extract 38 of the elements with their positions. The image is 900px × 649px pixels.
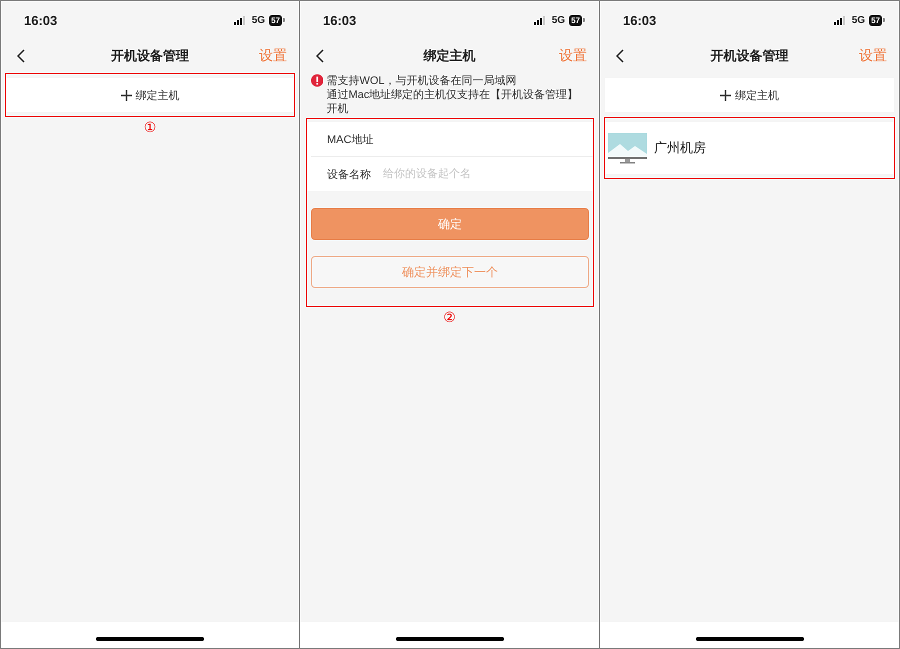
page-title: 开机设备管理 <box>710 47 790 65</box>
bind-host-button[interactable]: 绑定主机 <box>605 78 894 112</box>
page-title: 开机设备管理 <box>110 47 190 65</box>
signal-icon <box>234 16 248 24</box>
network-label: 5G <box>552 14 566 26</box>
callout-number: ② <box>443 309 456 326</box>
battery-icon: 57 <box>569 14 585 26</box>
battery-icon: 57 <box>869 14 885 26</box>
notice-text: 需支持WOL，与开机设备在同一局域网 <box>326 74 518 88</box>
confirm-button[interactable]: 确定 <box>311 208 589 240</box>
network-label: 5G <box>852 14 866 26</box>
plus-icon <box>720 90 731 100</box>
field-label: 设备名称 <box>326 168 371 182</box>
settings-link[interactable]: 设置 <box>259 47 287 65</box>
page-title: 绑定主机 <box>422 47 476 65</box>
field-label: MAC地址 <box>326 132 374 146</box>
device-item[interactable]: 广州机房 <box>605 122 894 174</box>
back-icon[interactable] <box>17 49 25 63</box>
bind-host-button[interactable]: 绑定主机 <box>6 78 294 112</box>
back-icon[interactable] <box>616 49 624 63</box>
back-icon[interactable] <box>316 49 324 63</box>
status-time: 16:03 <box>24 12 58 28</box>
callout-number: ① <box>144 119 156 136</box>
settings-link[interactable]: 设置 <box>859 47 887 65</box>
confirm-next-button[interactable]: 确定并绑定下一个 <box>311 256 589 288</box>
status-time: 16:03 <box>623 12 658 28</box>
input-field[interactable]: 给你的设备起个名 <box>381 167 593 181</box>
settings-link[interactable]: 设置 <box>559 47 587 65</box>
monitor-icon <box>608 132 648 164</box>
battery-icon: 57 <box>269 14 285 26</box>
notice-text: 通过Mac地址绑定的主机仅支持在【开机设备管理】开机 <box>326 88 580 116</box>
status-time: 16:03 <box>323 12 358 28</box>
network-label: 5G <box>252 14 266 26</box>
plus-icon <box>120 90 132 100</box>
warning-icon <box>311 74 324 87</box>
signal-icon <box>534 16 548 24</box>
signal-icon <box>834 16 848 24</box>
device-name: 广州机房 <box>654 139 706 157</box>
